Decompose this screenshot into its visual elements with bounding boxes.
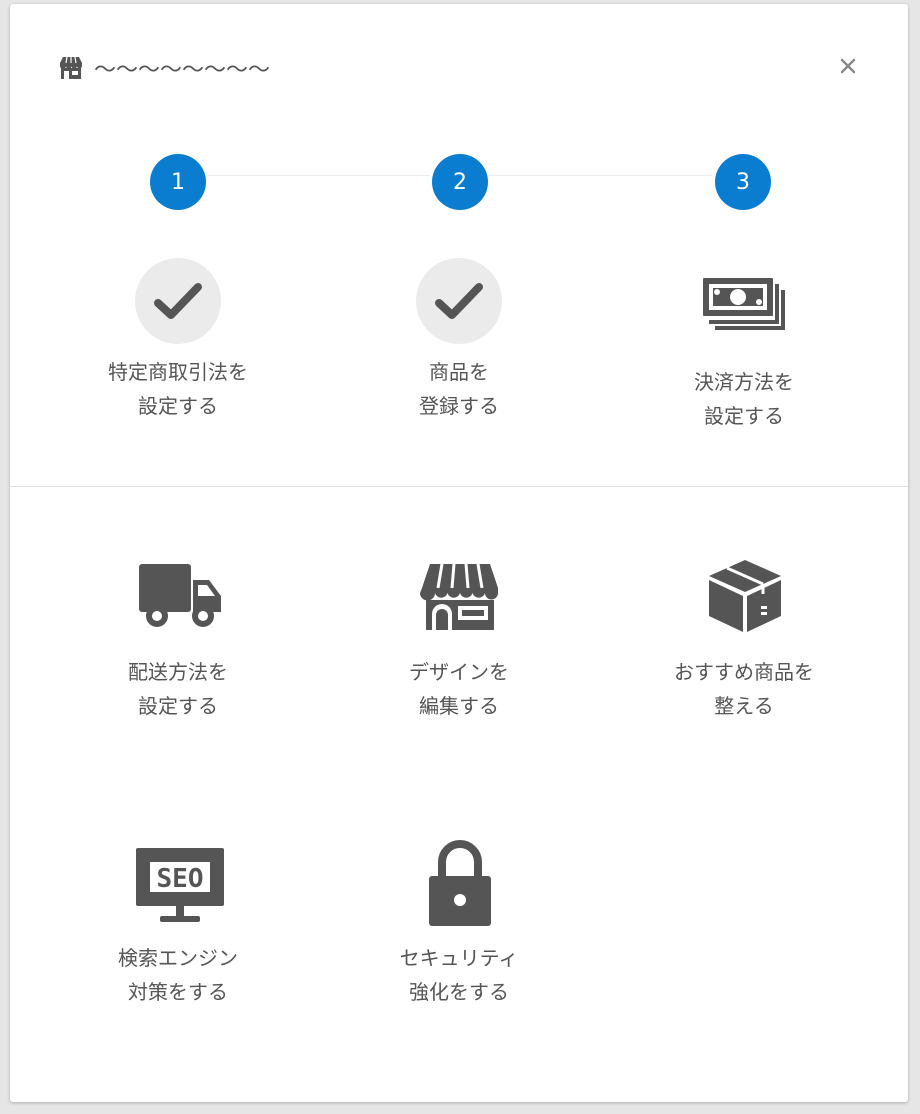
lock-icon <box>429 840 491 926</box>
svg-text:SEO: SEO <box>157 864 204 894</box>
security-label-line1: セキュリティ <box>399 946 519 970</box>
store-name-title: 〜〜〜〜〜〜〜〜 <box>94 58 271 83</box>
box-icon <box>709 560 781 632</box>
money-icon <box>703 278 785 330</box>
step-3-label-line1: 決済方法を <box>694 370 794 394</box>
step-1-label[interactable]: 特定商取引法を 設定する <box>58 355 298 423</box>
seo-label-line2: 対策をする <box>128 980 228 1004</box>
check-icon <box>154 283 202 319</box>
seo-tile[interactable]: SEO <box>130 844 230 928</box>
step-3-label-line2: 設定する <box>704 404 784 428</box>
design-label[interactable]: デザインを 編集する <box>339 655 579 723</box>
step-1-label-line2: 設定する <box>138 394 218 418</box>
shipping-tile[interactable] <box>130 556 230 636</box>
check-icon <box>435 283 483 319</box>
seo-label-line1: 検索エンジン <box>118 946 238 970</box>
stepper-connector <box>488 175 712 176</box>
step-2-label-line1: 商品を <box>429 360 489 384</box>
close-icon <box>840 58 856 74</box>
design-label-line2: 編集する <box>419 694 499 718</box>
shipping-label[interactable]: 配送方法を 設定する <box>58 655 298 723</box>
section-divider <box>10 486 908 487</box>
step-2-button[interactable] <box>416 258 502 344</box>
step-2-label[interactable]: 商品を 登録する <box>339 355 579 423</box>
step-number-2: 2 <box>432 154 488 210</box>
design-tile[interactable] <box>415 556 505 636</box>
step-number-3: 3 <box>715 154 771 210</box>
seo-label[interactable]: 検索エンジン 対策をする <box>58 941 298 1009</box>
recommend-label-line1: おすすめ商品を <box>674 660 814 684</box>
truck-icon <box>139 564 221 627</box>
step-2-label-line2: 登録する <box>419 394 499 418</box>
step-1-button[interactable] <box>135 258 221 344</box>
setup-dialog: 〜〜〜〜〜〜〜〜 1 2 3 特定商取引法を 設定する 商品を 登録する 決済方… <box>10 4 908 1102</box>
step-1-label-line1: 特定商取引法を <box>108 360 248 384</box>
step-3-label[interactable]: 決済方法を 設定する <box>624 365 864 433</box>
dialog-header: 〜〜〜〜〜〜〜〜 <box>58 48 270 88</box>
stepper-connector <box>206 175 430 176</box>
shipping-label-line1: 配送方法を <box>128 660 228 684</box>
security-label[interactable]: セキュリティ 強化をする <box>339 941 579 1009</box>
seo-monitor-icon: SEO <box>136 848 224 922</box>
recommend-tile[interactable] <box>700 556 790 636</box>
recommend-label-line2: 整える <box>714 694 774 718</box>
security-label-line2: 強化をする <box>409 980 509 1004</box>
design-label-line1: デザインを <box>409 660 509 684</box>
security-tile[interactable] <box>415 838 505 930</box>
storefront-icon <box>420 563 498 630</box>
store-icon <box>60 56 82 79</box>
step-3-button[interactable] <box>698 274 790 334</box>
shipping-label-line2: 設定する <box>138 694 218 718</box>
recommend-label[interactable]: おすすめ商品を 整える <box>624 655 864 723</box>
close-button[interactable] <box>834 52 862 80</box>
step-number-1: 1 <box>150 154 206 210</box>
